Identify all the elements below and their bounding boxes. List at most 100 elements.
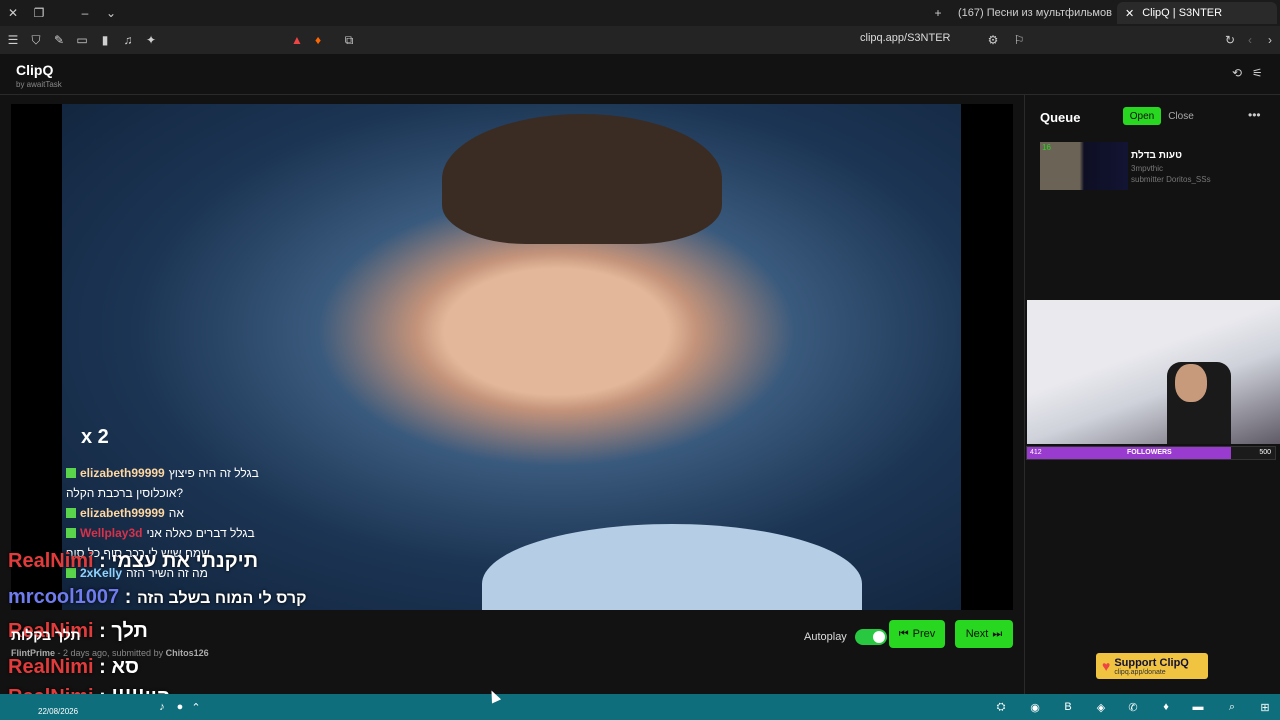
multiplier-badge: x 2: [81, 426, 109, 448]
badge-icon: [66, 508, 76, 518]
chat-text: אה: [168, 506, 184, 520]
brave-shield-icon[interactable]: ♦: [308, 30, 328, 50]
clip-meta-text: - 2 days ago, submitted by: [55, 648, 166, 658]
extensions-icon[interactable]: ✎: [49, 30, 69, 50]
overlay-text: קרס לי המוח בשלב הזה: [136, 590, 307, 607]
bookmark-icon[interactable]: ⚐: [1009, 30, 1029, 50]
settings-sliders-icon[interactable]: ⚟: [1252, 66, 1266, 80]
prev-label: Prev: [912, 628, 936, 640]
followers-goal-bar: 412 FOLLOWERS 500: [1026, 446, 1276, 460]
url-bar[interactable]: clipq.app/S3NTER: [860, 32, 951, 44]
microphone-icon[interactable]: ♪: [154, 699, 170, 715]
support-button[interactable]: ♥ Support ClipQ clipq.app/donate: [1096, 653, 1208, 679]
browser-tabbar: ✕ ❐ – ⌄ + (167) Песни из мультфильмов - …: [0, 0, 1280, 26]
chevron-up-icon[interactable]: ⌃: [188, 699, 204, 715]
history-icon[interactable]: ⟲: [1232, 66, 1246, 80]
overlay-user: RealNimi: [8, 656, 94, 678]
support-url: clipq.app/donate: [1114, 668, 1166, 676]
tab-songs[interactable]: (167) Песни из мультфильмов - Чуд: [950, 2, 1112, 24]
puzzle-icon[interactable]: ✦: [141, 30, 161, 50]
tab-close-icon[interactable]: ✕: [1125, 7, 1134, 20]
clip-title: תלך בקלות: [11, 627, 81, 643]
taskbar-date: 22/08/2026: [38, 707, 79, 716]
video-subject-hair: [442, 114, 722, 244]
support-title: Support ClipQ: [1114, 656, 1189, 669]
autoplay-control: Autoplay: [804, 629, 887, 645]
chat-user: Wellplay3d: [80, 526, 143, 540]
queue-title: Queue: [1040, 110, 1081, 125]
chat-text: אוכלוסין ברכבת הקלה?: [66, 486, 184, 500]
badge-icon: [66, 528, 76, 538]
sidebar-divider: [1024, 94, 1025, 694]
queue-item-channel: 3mpvthic: [1131, 164, 1164, 173]
discord-icon[interactable]: ◈: [1093, 699, 1109, 715]
reload-icon[interactable]: ↻: [1220, 30, 1240, 50]
clip-submitter[interactable]: Chitos126: [166, 648, 209, 658]
overlay-text: תיקנתי את עצמי: [111, 550, 259, 572]
chat-message: Wellplay3d בגלל דברים כאלה אני: [66, 526, 366, 540]
brand: ClipQ by awaitTask: [16, 62, 62, 89]
whatsapp-icon[interactable]: ✆: [1125, 699, 1141, 715]
alert-icon[interactable]: ▲: [287, 30, 307, 50]
overlay-user: RealNimi: [8, 550, 94, 572]
chat-user: elizabeth99999: [80, 506, 165, 520]
autoplay-toggle[interactable]: [854, 629, 887, 645]
queue-item-index: 16: [1042, 143, 1051, 152]
queue-item-submitter: submitter Doritos_SSs: [1131, 175, 1211, 184]
tab-search-icon[interactable]: ⧉: [339, 30, 359, 50]
menu-icon[interactable]: ☰: [3, 30, 23, 50]
heart-icon: ♥: [1102, 658, 1111, 674]
streamer-webcam: [1027, 300, 1280, 444]
followers-label: FOLLOWERS: [1127, 449, 1172, 456]
queue-open-button[interactable]: Open: [1123, 107, 1161, 125]
windows-start-icon[interactable]: ⊞: [1257, 699, 1273, 715]
site-settings-icon[interactable]: ⚙: [983, 30, 1003, 50]
header-divider: [0, 94, 1280, 95]
obs-icon[interactable]: ◉: [1027, 699, 1043, 715]
steam-icon[interactable]: ⛭: [993, 699, 1009, 715]
b-app-icon[interactable]: B: [1060, 699, 1076, 715]
overlay-message: RealNimi : תיקנתי את עצמי: [8, 550, 259, 572]
restore-window-icon[interactable]: ❐: [26, 0, 52, 26]
browser-toolbar: ☰ ⛉ ✎ ▭ ▮ ♫ ✦ ▲ ♦ ⧉ ⚙ ⚐ ↻ ‹ ›: [0, 26, 1280, 54]
chat-message: elizabeth99999 אה: [66, 506, 366, 520]
overlay-message: mrcool1007 : קרס לי המוח בשלב הזה: [8, 586, 307, 608]
overlay-message: RealNimi : סא: [8, 656, 139, 678]
queue-item-title: טעות בדלת: [1131, 150, 1182, 161]
search-icon[interactable]: ⌕: [1224, 699, 1240, 715]
new-tab-icon[interactable]: +: [925, 0, 951, 26]
close-window-icon[interactable]: ✕: [0, 0, 26, 26]
badge-icon: [66, 468, 76, 478]
tab-label: ClipQ | S3NTER: [1142, 7, 1223, 19]
shield-icon[interactable]: ⛉: [26, 30, 46, 50]
folder-icon[interactable]: ▬: [1190, 699, 1206, 715]
clipq-app: ClipQ by awaitTask ⟲ ⚟ x 2 elizabeth9999…: [0, 54, 1280, 708]
back-icon[interactable]: ‹: [1240, 30, 1260, 50]
chevron-down-icon[interactable]: ⌄: [98, 0, 124, 26]
clip-meta: FlintPrime - 2 days ago, submitted by Ch…: [11, 648, 209, 658]
tab-label: (167) Песни из мультфильмов - Чуд: [958, 7, 1112, 19]
music-icon[interactable]: ♫: [118, 30, 138, 50]
followers-goal: 500: [1259, 449, 1271, 456]
overlay-user: mrcool1007: [8, 586, 120, 608]
sidebar-icon[interactable]: ▮: [95, 30, 115, 50]
clip-channel[interactable]: FlintPrime: [11, 648, 55, 658]
os-taskbar: 22/08/2026 ♪ ● ⌃ ⛭ ◉ B ◈ ✆ ♦ ▬ ⌕ ⊞: [0, 694, 1280, 720]
queue-item[interactable]: 16 טעות בדלת 3mpvthic submitter Doritos_…: [1040, 142, 1270, 190]
minimize-window-icon[interactable]: –: [72, 0, 98, 26]
prev-button[interactable]: ⏮ Prev: [889, 620, 945, 648]
chat-text: בגלל דברים כאלה אני: [146, 526, 255, 540]
overlay-text: תלך: [111, 620, 148, 642]
more-options-icon[interactable]: •••: [1248, 108, 1261, 122]
video-player[interactable]: x 2 elizabeth99999 בגלל זה היה פיצוץ אוכ…: [11, 104, 1013, 610]
tab-clipq[interactable]: ✕ ClipQ | S3NTER: [1117, 2, 1277, 24]
record-icon[interactable]: ●: [172, 699, 188, 715]
webcam-face: [1175, 364, 1207, 402]
app-subtitle: by awaitTask: [16, 80, 62, 89]
next-button[interactable]: Next ⏭: [955, 620, 1013, 648]
autoplay-label: Autoplay: [804, 631, 847, 643]
queue-close-button[interactable]: Close: [1166, 107, 1196, 125]
forward-icon[interactable]: ›: [1260, 30, 1280, 50]
wallet-icon[interactable]: ▭: [72, 30, 92, 50]
brave-icon[interactable]: ♦: [1158, 699, 1174, 715]
